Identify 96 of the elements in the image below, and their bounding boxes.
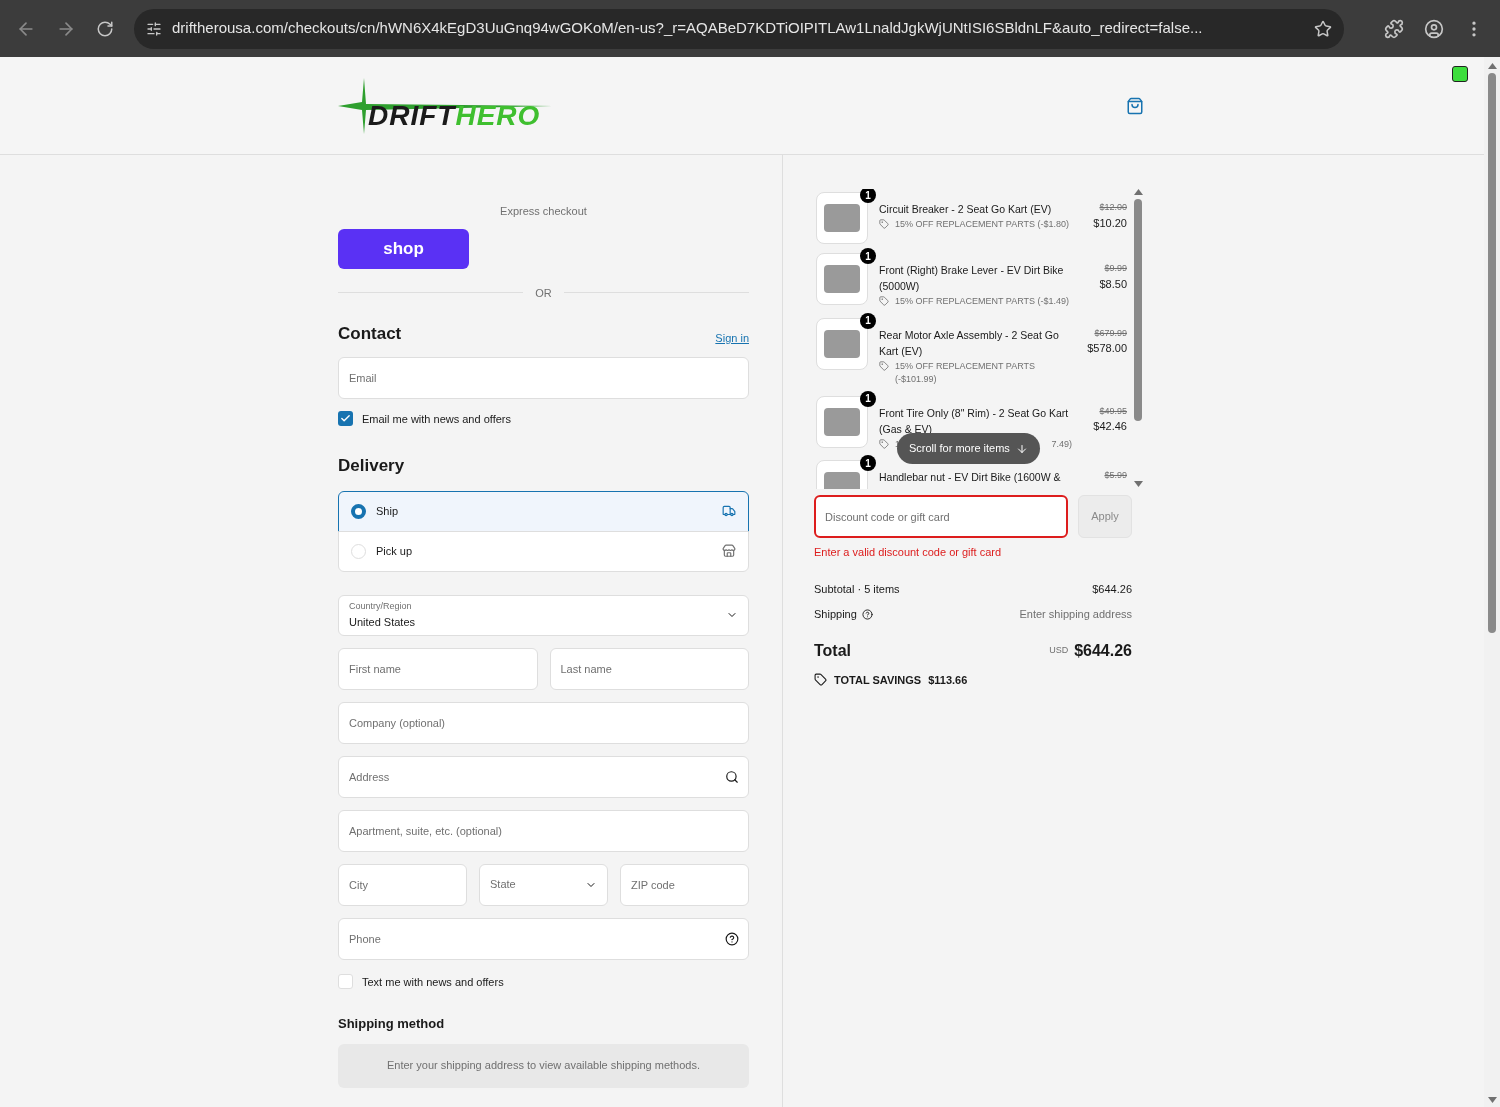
product-photo-placeholder <box>816 317 868 370</box>
store-icon <box>722 544 736 558</box>
sms-opt-in-label: Text me with news and offers <box>362 974 504 990</box>
quantity-badge: 1 <box>860 189 876 203</box>
product-photo-placeholder <box>816 395 868 448</box>
total-label: Total <box>814 640 852 661</box>
product-name: Rear Motor Axle Assembly - 2 Seat Go Kart (EV) <box>879 327 1060 359</box>
delivery-option-label: Ship <box>376 503 400 519</box>
arrow-down-icon <box>1015 442 1028 455</box>
scroll-up-icon[interactable] <box>1487 63 1497 69</box>
truck-icon <box>722 504 736 518</box>
shipping-label: Shipping <box>814 607 857 622</box>
logo-text: DRIFT <box>368 99 456 131</box>
tag-icon <box>879 360 889 371</box>
express-checkout-label: Express checkout <box>500 204 587 219</box>
product-name: Circuit Breaker - 2 Seat Go Kart (EV) <box>879 202 1053 217</box>
quantity-badge: 1 <box>860 312 876 329</box>
delivery-option[interactable]: Pick up <box>338 530 749 572</box>
tag-icon <box>879 219 889 229</box>
extensions-icon[interactable] <box>1384 18 1404 39</box>
discount-text: 15% OFF REPLACEMENT PARTS (-$1.80) <box>895 218 1070 231</box>
checkbox[interactable] <box>338 974 353 990</box>
sign-in-link[interactable]: Sign in <box>715 330 749 347</box>
apartment-field[interactable]: Apartment, suite, etc. (optional) <box>338 809 749 852</box>
bookmark-star-icon[interactable] <box>1314 19 1332 38</box>
logo-text: HERO <box>455 99 541 131</box>
profile-icon[interactable] <box>1424 18 1444 39</box>
tag-icon <box>814 673 827 687</box>
last-name-field[interactable]: Last name <box>549 647 749 690</box>
checkbox[interactable] <box>338 411 353 427</box>
total-savings-label: TOTAL SAVINGS <box>834 672 922 688</box>
quantity-badge: 1 <box>860 455 876 471</box>
original-price: $9.99 <box>1104 262 1127 275</box>
tag-icon <box>879 438 889 449</box>
first-name-field[interactable]: First name <box>338 647 538 690</box>
newsletter-label: Email me with news and offers <box>362 411 511 427</box>
product-name: Front (Right) Brake Lever - EV Dirt Bike (5000W) <box>879 263 1065 294</box>
extension-badge-icon <box>1452 66 1468 82</box>
scrollbar[interactable] <box>1131 189 1145 489</box>
city-field[interactable]: City <box>338 863 467 906</box>
url-text: driftherousa.com/checkouts/cn/hWN6X4kEgD3UuGnq94wGOKoM/en-us?_r=AQABeD7KDTiOIPITLAw1LnaldJgkWjUNtISI6SBldnLF&auto_redirect=false... <box>172 18 1204 39</box>
site-settings-icon[interactable] <box>146 20 162 37</box>
discount-code-field[interactable]: Discount code or gift card <box>814 495 1068 538</box>
product-photo-placeholder <box>816 192 868 244</box>
radio-button[interactable] <box>351 503 366 519</box>
email-field[interactable]: Email <box>338 356 749 399</box>
search-icon[interactable] <box>725 769 739 784</box>
delivery-heading: Delivery <box>338 455 406 477</box>
original-price: $12.00 <box>1099 201 1127 214</box>
original-price: $5.99 <box>1104 469 1127 482</box>
country-label: Country/Region <box>349 600 413 613</box>
shipping-method-heading: Shipping method <box>338 1015 446 1033</box>
sale-price: $578.00 <box>1087 341 1127 356</box>
delivery-option-label: Pick up <box>376 543 414 559</box>
sale-price: $8.50 <box>1099 276 1127 292</box>
zip-code-field[interactable]: ZIP code <box>620 863 749 906</box>
sale-price: $42.46 <box>1093 419 1127 434</box>
quantity-badge: 1 <box>860 390 876 407</box>
phone-field[interactable]: Phone <box>338 917 749 960</box>
total-amount: $644.26 <box>1074 640 1132 661</box>
discount-text: 15% OFF REPLACEMENT PARTS (-$1.49) <box>895 295 1070 308</box>
original-price: $679.99 <box>1094 326 1127 340</box>
address-bar[interactable]: driftherousa.com/checkouts/cn/hWN6X4kEgD3UuGnq94wGOKoM/en-us?_r=AQABeD7KDTiOIPITLAw1LnaldJgkWjUNtISI6SBldnLF&auto_redirect=false... <box>134 8 1344 49</box>
total-savings-amount: $113.66 <box>928 672 968 688</box>
product-name: Handlebar nut - EV Dirt Bike (1600W & <box>879 470 1062 485</box>
country-select[interactable]: Country/Region United States <box>338 594 749 636</box>
original-price: $49.95 <box>1099 404 1127 418</box>
subtotal-label: Subtotal · 5 items <box>814 581 900 597</box>
shopping-bag-icon[interactable] <box>1126 96 1144 115</box>
shipping-value: Enter shipping address <box>1019 607 1132 622</box>
or-divider-label: OR <box>535 285 552 301</box>
shipping-method-notice: Enter your shipping address to view available shipping methods. <box>338 1043 749 1088</box>
product-photo-placeholder <box>816 253 868 305</box>
delivery-option[interactable]: Ship <box>338 490 749 532</box>
scroll-down-icon[interactable] <box>1133 481 1143 487</box>
tag-icon <box>879 296 889 306</box>
scroll-down-icon[interactable] <box>1487 1097 1497 1103</box>
address-field[interactable]: Address <box>338 755 749 798</box>
discount-text: 15% OFF REPLACEMENT PARTS (-$101.99) <box>895 359 1037 386</box>
sale-price: $10.20 <box>1093 215 1127 231</box>
help-icon[interactable] <box>725 931 739 946</box>
discount-text: 7.49) <box>1051 437 1072 451</box>
contact-heading: Contact <box>338 323 402 345</box>
subtotal-amount: $644.26 <box>1092 581 1132 597</box>
currency-code: USD <box>1049 643 1069 657</box>
scroll-up-icon[interactable] <box>1133 189 1143 195</box>
company-field[interactable]: Company (optional) <box>338 701 749 744</box>
country-value: United States <box>349 614 417 630</box>
shop-pay-button[interactable]: shop <box>338 228 469 269</box>
quantity-badge: 1 <box>860 248 876 264</box>
scroll-hint-pill[interactable]: Scroll for more items <box>897 433 1040 464</box>
help-icon[interactable] <box>861 608 873 620</box>
reload-icon[interactable] <box>96 19 114 38</box>
brand-logo[interactable]: DRIFTHERO <box>338 75 584 136</box>
state-select[interactable]: State <box>479 863 608 906</box>
discount-error-text: Enter a valid discount code or gift card <box>814 545 1003 560</box>
